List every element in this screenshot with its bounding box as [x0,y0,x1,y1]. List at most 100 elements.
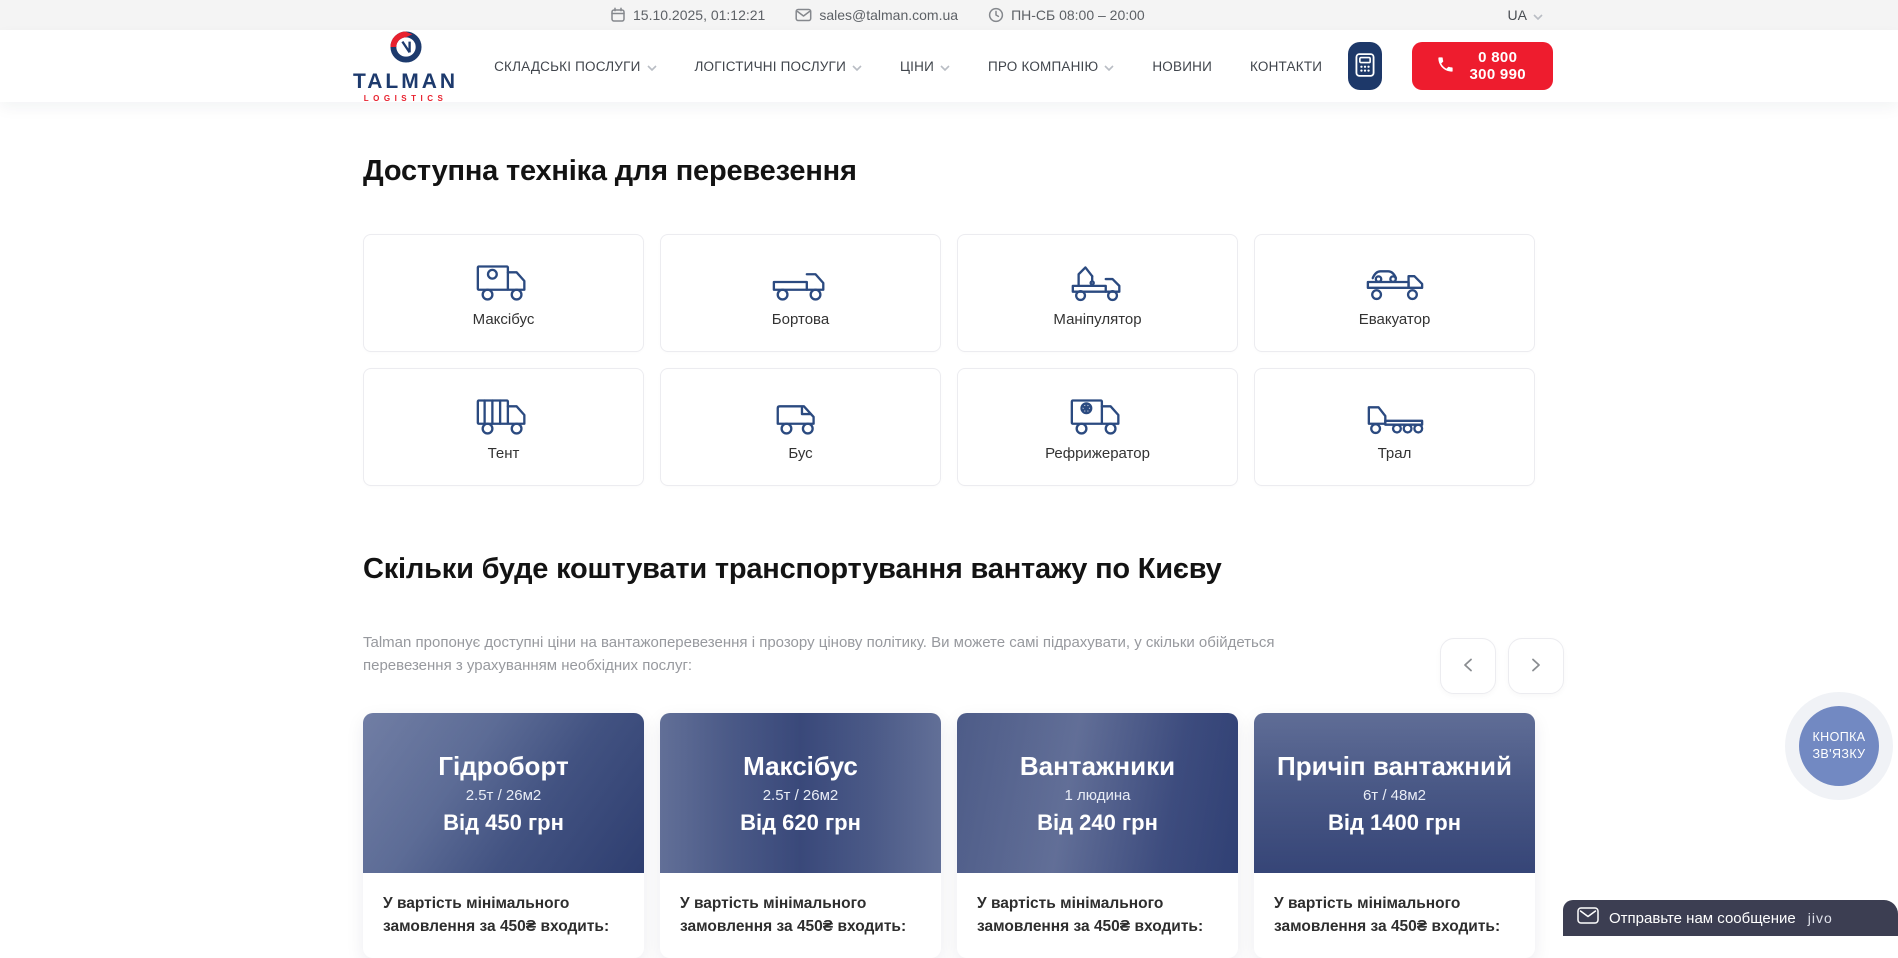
vehicle-label: Тент [488,445,520,462]
chevron-down-icon [852,59,862,74]
nav-item-prices[interactable]: ЦІНИ [900,59,950,74]
topbar: 15.10.2025, 01:12:21 sales@talman.com.ua… [0,0,1898,30]
pricing-cards-row: Гідроборт 2.5т / 26м2 Від 450 грн У варт… [363,713,1535,958]
nav-item-warehouse-services[interactable]: СКЛАДСЬКІ ПОСЛУГИ [494,59,656,74]
calculator-icon [1355,53,1375,80]
logo-subtitle: LOGISTICS [364,95,448,103]
nav-label: СКЛАДСЬКІ ПОСЛУГИ [494,59,640,74]
language-selector[interactable]: UA [1482,0,1543,30]
pricing-card-hidrobort: Гідроборт 2.5т / 26м2 Від 450 грн У варт… [363,713,644,958]
chat-envelope-icon [1577,907,1599,929]
vehicles-grid: Максібус Бортова Маніпулятор Евакуатор Т… [363,234,1535,486]
nav-label: НОВИНИ [1152,59,1212,74]
pricing-card-note: У вартість мінімального замовлення за 45… [383,892,624,939]
pricing-description: Talman пропонує доступні ціни на вантажо… [363,631,1278,678]
vehicle-label: Рефрижератор [1045,445,1150,462]
vehicle-label: Бортова [772,311,829,328]
chevron-right-icon [1531,658,1541,675]
pricing-card-image: Гідроборт 2.5т / 26м2 Від 450 грн [363,713,644,873]
pricing-card-note: У вартість мінімального замовлення за 45… [680,892,921,939]
phone-number: 0 800 300 990 [1466,49,1529,83]
working-hours-label: ПН-СБ 08:00 – 20:00 [988,7,1145,23]
vehicle-card-tral[interactable]: Трал [1254,368,1535,486]
site-header: TALMAN LOGISTICS СКЛАДСЬКІ ПОСЛУГИ ЛОГІС… [0,30,1898,102]
ua-flag-icon [1482,9,1502,22]
envelope-icon [795,8,812,22]
pricing-card-price: Від 450 грн [443,812,564,834]
phone-icon [1436,55,1455,78]
pricing-card-note: У вартість мінімального замовлення за 45… [977,892,1218,939]
clock-icon [988,7,1004,23]
phone-button[interactable]: 0 800 300 990 [1412,42,1553,90]
vehicle-label: Бус [788,445,812,462]
email-text: sales@talman.com.ua [819,7,958,23]
pricing-card-subtitle: 2.5т / 26м2 [466,788,542,803]
nav-item-about[interactable]: ПРО КОМПАНІЮ [988,59,1114,74]
nav-label: КОНТАКТИ [1250,59,1322,74]
pricing-card-price: Від 620 грн [740,812,861,834]
vehicle-label: Максібус [473,311,535,328]
pricing-card-title: Максібус [743,753,858,779]
nav-item-contacts[interactable]: КОНТАКТИ [1250,59,1322,74]
pricing-card-subtitle: 2.5т / 26м2 [763,788,839,803]
pricing-card-subtitle: 6т / 48м2 [1363,788,1426,803]
refrigerator-truck-icon [1067,393,1129,439]
datetime-label: 15.10.2025, 01:12:21 [610,7,765,23]
callback-label-line2: ЗВ'ЯЗКУ [1812,746,1865,763]
hours-text: ПН-СБ 08:00 – 20:00 [1011,7,1145,23]
vehicle-label: Маніпулятор [1053,311,1141,328]
chevron-down-icon [940,59,950,74]
vehicles-section-title: Доступна техніка для перевезення [363,155,857,188]
pricing-card-note: У вартість мінімального замовлення за 45… [1274,892,1515,939]
pricing-card-price: Від 240 грн [1037,812,1158,834]
carousel-prev-button[interactable] [1440,638,1496,694]
nav-item-logistics-services[interactable]: ЛОГІСТИЧНІ ПОСЛУГИ [695,59,862,74]
logo-emblem-icon [387,29,425,70]
chevron-down-icon [1533,7,1543,23]
chat-message-text: Отправьте нам сообщение [1609,910,1796,927]
logo-title: TALMAN [353,71,458,92]
lowboy-truck-icon [1364,393,1426,439]
pricing-card-title: Вантажники [1020,753,1175,779]
datetime-text: 15.10.2025, 01:12:21 [633,7,765,23]
vehicle-card-bus[interactable]: Бус [660,368,941,486]
email-link[interactable]: sales@talman.com.ua [795,7,958,23]
pricing-card-title: Причіп вантажний [1277,753,1512,779]
carousel-next-button[interactable] [1508,638,1564,694]
vehicle-card-evakuator[interactable]: Евакуатор [1254,234,1535,352]
vehicle-card-manipulator[interactable]: Маніпулятор [957,234,1238,352]
vehicle-card-tent[interactable]: Тент [363,368,644,486]
tent-truck-icon [473,393,535,439]
nav-label: ПРО КОМПАНІЮ [988,59,1098,74]
vehicle-card-refrigerator[interactable]: Рефрижератор [957,368,1238,486]
vehicle-label: Трал [1378,445,1412,462]
pricing-card-price: Від 1400 грн [1328,812,1461,834]
chevron-down-icon [1104,59,1114,74]
pricing-section-title: Скільки буде коштувати транспортування в… [363,553,1343,586]
pricing-card-title: Гідроборт [438,753,568,779]
logo[interactable]: TALMAN LOGISTICS [353,29,458,103]
callback-button[interactable]: КНОПКА ЗВ'ЯЗКУ [1785,692,1893,800]
pricing-card-image: Вантажники 1 людина Від 240 грн [957,713,1238,873]
main-nav: СКЛАДСЬКІ ПОСЛУГИ ЛОГІСТИЧНІ ПОСЛУГИ ЦІН… [494,59,1322,74]
pricing-card-image: Причіп вантажний 6т / 48м2 Від 1400 грн [1254,713,1535,873]
van-icon [770,393,832,439]
pricing-card-vantazhnyky: Вантажники 1 людина Від 240 грн У вартіс… [957,713,1238,958]
nav-item-news[interactable]: НОВИНИ [1152,59,1212,74]
chevron-left-icon [1463,658,1473,675]
pricing-card-image: Максібус 2.5т / 26м2 Від 620 грн [660,713,941,873]
vehicle-card-maksibus[interactable]: Максібус [363,234,644,352]
nav-label: ЦІНИ [900,59,934,74]
calendar-icon [610,7,626,23]
vehicle-card-bortova[interactable]: Бортова [660,234,941,352]
tow-truck-icon [1364,259,1426,305]
chevron-down-icon [647,59,657,74]
pricing-card-prychip: Причіп вантажний 6т / 48м2 Від 1400 грн … [1254,713,1535,958]
chat-widget-button[interactable]: Отправьте нам сообщение jivo [1563,900,1898,936]
pricing-carousel-controls [1440,638,1564,694]
jivo-logo: jivo [1808,910,1833,926]
callback-label-line1: КНОПКА [1812,729,1865,746]
calculator-button[interactable] [1348,42,1382,90]
flatbed-truck-icon [770,259,832,305]
crane-truck-icon [1067,259,1129,305]
